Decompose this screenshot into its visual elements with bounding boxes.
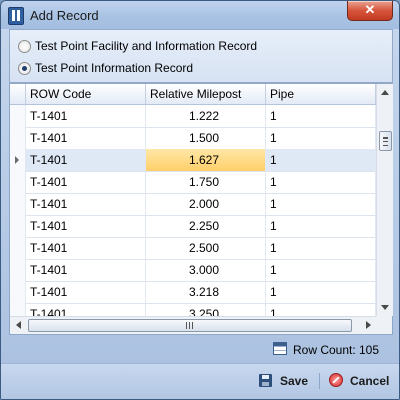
grid-header: ROW Code Relative Milepost Pipe [10, 84, 376, 105]
table-row[interactable]: T-1401 2.000 1 [10, 193, 376, 216]
table-row[interactable]: T-1401 1.750 1 [10, 171, 376, 194]
cell-pipe[interactable]: 1 [266, 193, 376, 215]
cell-pipe[interactable]: 1 [266, 237, 376, 259]
row-indicator[interactable] [10, 193, 26, 215]
table-row[interactable]: T-1401 1.500 1 [10, 127, 376, 150]
radio-label: Test Point Information Record [35, 61, 194, 75]
horizontal-scrollbar[interactable] [10, 316, 376, 334]
cell-pipe[interactable]: 1 [266, 149, 376, 171]
save-label: Save [280, 374, 309, 388]
table-row[interactable]: T-1401 1.222 1 [10, 105, 376, 128]
row-count-label: Row Count: [293, 343, 356, 357]
cell-row-code[interactable]: T-1401 [26, 259, 146, 281]
cell-pipe[interactable]: 1 [266, 171, 376, 193]
column-header-row-code[interactable]: ROW Code [26, 84, 146, 104]
cell-pipe[interactable]: 1 [266, 127, 376, 149]
cell-relative-milepost[interactable]: 3.218 [146, 281, 266, 303]
vertical-scroll-thumb[interactable] [379, 131, 392, 151]
scrollbar-corner [376, 316, 392, 334]
table-row[interactable]: T-1401 2.500 1 [10, 237, 376, 260]
vertical-scrollbar[interactable] [376, 84, 393, 316]
cell-relative-milepost[interactable]: 1.500 [146, 127, 266, 149]
cell-pipe[interactable]: 1 [266, 105, 376, 127]
row-indicator[interactable] [10, 281, 26, 303]
table-row[interactable]: T-1401 1.627 1 [10, 149, 376, 172]
cell-row-code[interactable]: T-1401 [26, 105, 146, 127]
horizontal-scroll-thumb[interactable] [28, 319, 352, 332]
radio-button-unchecked[interactable] [18, 40, 31, 53]
dialog-title: Add Record [30, 8, 99, 23]
cell-relative-milepost[interactable]: 2.250 [146, 215, 266, 237]
radio-button-checked[interactable] [18, 62, 31, 75]
cell-relative-milepost[interactable]: 2.000 [146, 193, 266, 215]
toolbar-separator [319, 373, 320, 389]
row-indicator[interactable] [10, 171, 26, 193]
save-icon [259, 374, 272, 387]
column-header-relative-milepost[interactable]: Relative Milepost [146, 84, 266, 104]
scroll-up-arrow-icon[interactable] [381, 90, 389, 95]
bottom-toolbar: Save Cancel [1, 363, 399, 399]
scroll-right-arrow-icon[interactable] [366, 321, 371, 329]
cell-row-code[interactable]: T-1401 [26, 193, 146, 215]
cell-row-code[interactable]: T-1401 [26, 215, 146, 237]
table-icon [273, 342, 287, 355]
add-record-dialog: Add Record ✕ Test Point Facility and Inf… [0, 0, 400, 400]
cell-relative-milepost[interactable]: 1.750 [146, 171, 266, 193]
cell-relative-milepost[interactable]: 2.500 [146, 237, 266, 259]
radio-label: Test Point Facility and Information Reco… [35, 39, 258, 53]
table-row[interactable]: T-1401 3.000 1 [10, 259, 376, 282]
records-grid[interactable]: ROW Code Relative Milepost Pipe T-1401 1.… [9, 83, 393, 335]
title-bar[interactable]: Add Record ✕ [1, 1, 399, 29]
cancel-label: Cancel [350, 374, 390, 388]
cell-row-code[interactable]: T-1401 [26, 127, 146, 149]
cell-row-code[interactable]: T-1401 [26, 281, 146, 303]
row-indicator[interactable] [10, 127, 26, 149]
cell-row-code[interactable]: T-1401 [26, 149, 146, 171]
record-type-panel: Test Point Facility and Information Reco… [9, 29, 393, 83]
cell-pipe[interactable]: 1 [266, 281, 376, 303]
row-indicator[interactable] [10, 237, 26, 259]
cell-pipe[interactable]: 1 [266, 215, 376, 237]
scroll-down-arrow-icon[interactable] [381, 305, 389, 310]
cell-relative-milepost[interactable]: 3.000 [146, 259, 266, 281]
row-indicator[interactable] [10, 215, 26, 237]
table-row[interactable]: T-1401 3.218 1 [10, 281, 376, 304]
cell-relative-milepost[interactable]: 1.627 [146, 149, 266, 171]
scroll-left-arrow-icon[interactable] [16, 321, 21, 329]
cell-row-code[interactable]: T-1401 [26, 237, 146, 259]
cell-pipe[interactable]: 1 [266, 259, 376, 281]
cell-relative-milepost[interactable]: 1.222 [146, 105, 266, 127]
column-header-pipe[interactable]: Pipe [266, 84, 376, 104]
row-indicator[interactable] [10, 259, 26, 281]
cancel-icon [329, 373, 343, 387]
row-indicator[interactable] [10, 105, 26, 127]
app-icon [8, 7, 24, 25]
close-button[interactable]: ✕ [347, 1, 393, 21]
header-row-indicator [10, 84, 26, 104]
table-row[interactable]: T-1401 2.250 1 [10, 215, 376, 238]
row-count-value: 105 [359, 343, 380, 357]
current-row-indicator-icon[interactable] [10, 149, 26, 171]
cell-row-code[interactable]: T-1401 [26, 171, 146, 193]
